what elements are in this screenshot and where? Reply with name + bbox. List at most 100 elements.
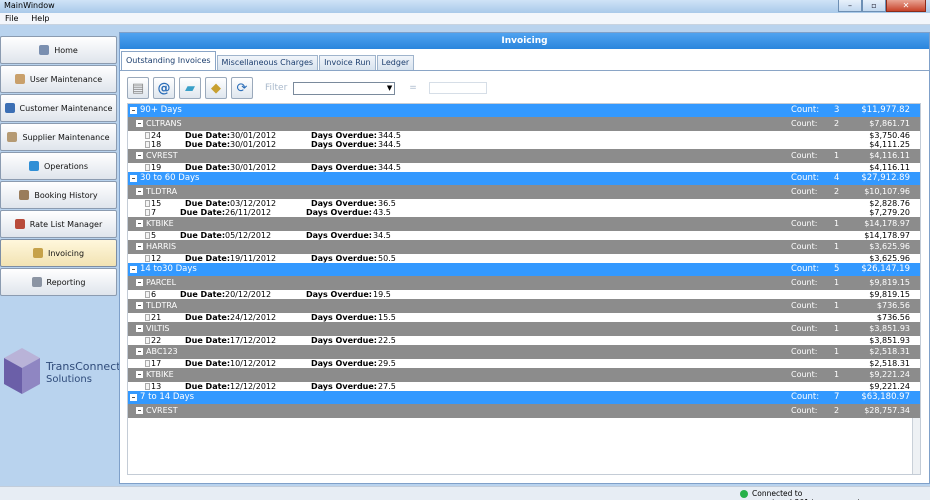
customer-name: KTBIKE [146, 219, 174, 228]
category-row[interactable]: 7 to 14 Days Count: 7 $63,180.97 [128, 391, 920, 404]
customer-total: $4,116.11 [869, 151, 910, 160]
window-title: MainWindow [4, 1, 55, 10]
days-overdue-value: 50.5 [378, 254, 396, 263]
collapse-toggle-icon[interactable] [136, 152, 143, 159]
due-date-label: Due Date: [185, 163, 231, 172]
customer-row[interactable]: PARCEL Count: 1 $9,819.15 [128, 276, 920, 290]
invoice-row[interactable]: 17 Due Date: 10/12/2012 Days Overdue: 29.5 $2… [128, 359, 920, 368]
close-button[interactable]: ✕ [886, 0, 926, 12]
document-icon [145, 209, 150, 216]
sidebar-item-booking-history[interactable]: Booking History [0, 181, 117, 209]
invoice-row[interactable]: 24 Due Date: 30/01/2012 Days Overdue: 344.5 $… [128, 131, 920, 140]
invoice-row[interactable]: 12 Due Date: 19/11/2012 Days Overdue: 50.5 $3… [128, 254, 920, 263]
filter-field-select[interactable]: ▼ [293, 81, 396, 95]
invoice-row[interactable]: 5 Due Date: 05/12/2012 Days Overdue: 34.5 $14… [128, 231, 920, 240]
due-date-value: 24/12/2012 [230, 313, 277, 322]
customer-name: TLDTRA [146, 187, 178, 196]
menu-file[interactable]: File [0, 13, 23, 25]
user-icon [14, 74, 25, 84]
sidebar-item-reporting[interactable]: Reporting [0, 268, 117, 296]
invoice-row[interactable]: 15 Due Date: 03/12/2012 Days Overdue: 36.5 $2… [128, 199, 920, 208]
sidebar-item-label: Rate List Manager [29, 219, 103, 229]
invoice-row[interactable]: 18 Due Date: 30/01/2012 Days Overdue: 344.5 $… [128, 140, 920, 149]
collapse-toggle-icon[interactable] [136, 120, 143, 127]
days-overdue-value: 43.5 [373, 208, 391, 217]
count-label: Count: [791, 105, 820, 115]
document-icon [145, 164, 150, 171]
invoice-number: 7 [151, 208, 157, 217]
customer-row[interactable]: CVREST Count: 1 $4,116.11 [128, 149, 920, 163]
tab-ledger[interactable]: Ledger [376, 55, 415, 70]
invoice-row[interactable]: 13 Due Date: 12/12/2012 Days Overdue: 27.5 $9… [128, 382, 920, 391]
category-row[interactable]: 14 to30 Days Count: 5 $26,147.19 [128, 263, 920, 276]
tab-outstanding-invoices[interactable]: Outstanding Invoices [121, 51, 216, 70]
collapse-toggle-icon[interactable] [136, 188, 143, 195]
document-button[interactable]: ▤ [127, 77, 149, 99]
refresh-button[interactable]: ⟳ [231, 77, 253, 99]
minimize-button[interactable]: – [838, 0, 862, 12]
customer-row[interactable]: HARRIS Count: 1 $3,625.96 [128, 240, 920, 254]
category-row[interactable]: 90+ Days Count: 3 $11,977.82 [128, 104, 920, 117]
maximize-button[interactable]: ▫ [862, 0, 886, 12]
invoice-row[interactable]: 6 Due Date: 20/12/2012 Days Overdue: 19.5 $9,… [128, 290, 920, 299]
tab-invoice-run[interactable]: Invoice Run [319, 55, 376, 70]
collapse-toggle-icon[interactable] [130, 107, 137, 114]
sidebar-item-user-maintenance[interactable]: User Maintenance [0, 65, 117, 93]
collapse-toggle-icon[interactable] [130, 394, 137, 401]
customer-row[interactable]: VILTIS Count: 1 $3,851.93 [128, 322, 920, 336]
collapse-toggle-icon[interactable] [136, 279, 143, 286]
supplier-icon [7, 132, 18, 142]
logo-text-line1: TransConnect [46, 360, 121, 373]
sidebar-item-rate-list-manager[interactable]: Rate List Manager [0, 210, 117, 238]
customer-row[interactable]: KTBIKE Count: 1 $14,178.97 [128, 217, 920, 231]
days-overdue-label: Days Overdue: [311, 382, 377, 391]
sidebar-item-customer-maintenance[interactable]: Customer Maintenance [0, 94, 117, 122]
collapse-toggle-icon[interactable] [130, 175, 137, 182]
due-date-label: Due Date: [185, 199, 231, 208]
sidebar: Home User Maintenance Customer Maintenance… [0, 36, 117, 297]
invoice-number: 21 [151, 313, 162, 322]
customer-count: 1 [834, 242, 840, 251]
customer-row[interactable]: KTBIKE Count: 1 $9,221.24 [128, 368, 920, 382]
invoice-amount: $7,279.20 [869, 208, 910, 217]
collapse-toggle-icon[interactable] [136, 325, 143, 332]
equals-label: = [409, 83, 417, 93]
customer-row[interactable]: TLDTRA Count: 2 $10,107.96 [128, 185, 920, 199]
invoice-amount: $2,828.76 [869, 199, 910, 208]
category-name: 30 to 60 Days [140, 173, 200, 183]
collapse-toggle-icon[interactable] [136, 302, 143, 309]
collapse-toggle-icon[interactable] [130, 266, 137, 273]
customer-row[interactable]: CVREST Count: 2 $28,757.34 [128, 404, 920, 418]
customer-row[interactable]: CLTRANS Count: 2 $7,861.71 [128, 117, 920, 131]
sidebar-item-invoicing[interactable]: Invoicing [0, 239, 117, 267]
collapse-toggle-icon[interactable] [136, 220, 143, 227]
collapse-toggle-icon[interactable] [136, 407, 143, 414]
money-button[interactable]: ◆ [205, 77, 227, 99]
print-button[interactable]: ▰ [179, 77, 201, 99]
collapse-toggle-icon[interactable] [136, 371, 143, 378]
days-overdue-value: 15.5 [378, 313, 396, 322]
connection-status-icon [740, 490, 748, 498]
sidebar-item-operations[interactable]: Operations [0, 152, 117, 180]
filter-value-input[interactable] [428, 82, 487, 94]
due-date-label: Due Date: [185, 131, 231, 140]
email-button[interactable]: @ [153, 77, 175, 99]
menu-help[interactable]: Help [26, 13, 54, 25]
sidebar-item-home[interactable]: Home [0, 36, 117, 64]
collapse-toggle-icon[interactable] [136, 348, 143, 355]
tab-miscellaneous-charges[interactable]: Miscellaneous Charges [216, 55, 319, 70]
customer-name: VILTIS [146, 324, 170, 333]
customer-row[interactable]: ABC123 Count: 1 $2,518.31 [128, 345, 920, 359]
invoice-number: 12 [151, 254, 162, 263]
rate-list-icon [14, 219, 25, 229]
invoice-row[interactable]: 21 Due Date: 24/12/2012 Days Overdue: 15.5 $7… [128, 313, 920, 322]
collapse-toggle-icon[interactable] [136, 243, 143, 250]
invoice-row[interactable]: 19 Due Date: 30/01/2012 Days Overdue: 344.5 $… [128, 163, 920, 172]
sidebar-item-supplier-maintenance[interactable]: Supplier Maintenance [0, 123, 117, 151]
due-date-label: Due Date: [180, 208, 226, 217]
category-row[interactable]: 30 to 60 Days Count: 4 $27,912.89 [128, 172, 920, 185]
days-overdue-label: Days Overdue: [311, 313, 377, 322]
customer-row[interactable]: TLDTRA Count: 1 $736.56 [128, 299, 920, 313]
invoice-row[interactable]: 22 Due Date: 17/12/2012 Days Overdue: 22.5 $3… [128, 336, 920, 345]
invoice-row[interactable]: 7 Due Date: 26/11/2012 Days Overdue: 43.5 $7,… [128, 208, 920, 217]
